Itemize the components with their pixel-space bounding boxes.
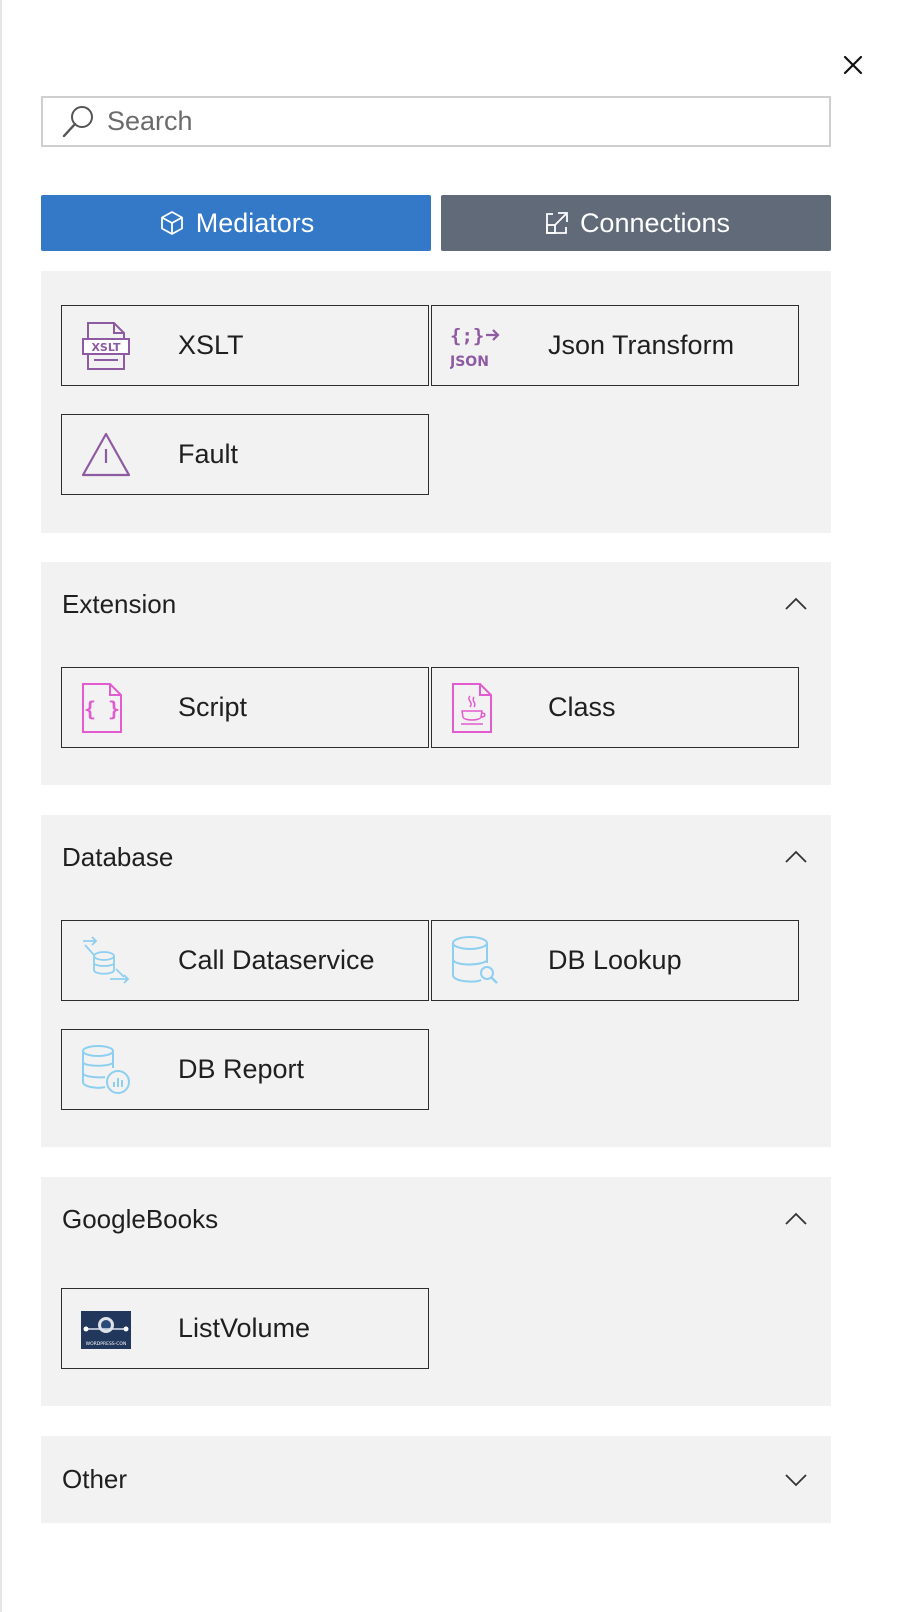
wordpress-connector-icon: WORDPRESS-CON xyxy=(81,1311,131,1349)
palette-card-label: Class xyxy=(548,692,616,722)
call-dataservice-icon xyxy=(83,936,130,984)
warning-triangle-icon xyxy=(81,432,131,477)
palette-tabs: Mediators Connections xyxy=(41,195,831,251)
close-icon xyxy=(843,55,863,75)
cube-icon xyxy=(160,211,183,235)
section-title: Other xyxy=(62,1463,128,1494)
palette-card-label: DB Report xyxy=(178,1054,305,1084)
palette-card-script[interactable]: { } Script xyxy=(61,667,429,748)
section-other: Other xyxy=(41,1436,831,1523)
search-input[interactable] xyxy=(107,106,787,137)
svg-text:XSLT: XSLT xyxy=(91,341,121,354)
tab-mediators-label: Mediators xyxy=(195,207,315,238)
svg-text:{;}: {;} xyxy=(450,325,484,347)
xslt-file-icon: XSLT xyxy=(82,322,130,370)
panel-left-border xyxy=(0,0,2,1612)
palette-card-label: ListVolume xyxy=(178,1313,311,1343)
section-title: Database xyxy=(62,841,174,872)
chevron-up-icon[interactable] xyxy=(781,1204,811,1234)
section-header[interactable]: GoogleBooks xyxy=(62,1199,811,1239)
db-lookup-icon xyxy=(452,936,498,984)
section-title: Extension xyxy=(62,588,177,619)
section-header[interactable]: Extension xyxy=(62,584,811,624)
svg-text:JSON: JSON xyxy=(450,354,489,370)
palette-card-label: XSLT xyxy=(178,330,244,360)
section-title: GoogleBooks xyxy=(62,1203,219,1234)
search-icon xyxy=(62,105,93,137)
palette-card-xslt[interactable]: XSLT XSLT xyxy=(61,305,429,386)
palette-card-json-transform[interactable]: {;} JSON Json Transform xyxy=(431,305,799,386)
palette-card-call-dataservice[interactable]: Call Dataservice xyxy=(61,920,429,1001)
palette-card-label: Json Transform xyxy=(548,330,735,360)
chevron-up-icon[interactable] xyxy=(781,842,811,872)
close-button[interactable] xyxy=(838,50,868,80)
palette-card-fault[interactable]: Fault xyxy=(61,414,429,495)
chevron-down-icon[interactable] xyxy=(781,1464,811,1494)
db-report-icon xyxy=(82,1045,130,1094)
tab-connections-label: Connections xyxy=(579,207,731,238)
palette-card-class[interactable]: Class xyxy=(431,667,799,748)
section-header[interactable]: Database xyxy=(62,837,811,877)
palette-card-label: Fault xyxy=(178,439,239,469)
svg-text:WORDPRESS-CON: WORDPRESS-CON xyxy=(86,1341,127,1347)
svg-text:{ }: { } xyxy=(84,697,120,721)
section-googlebooks: GoogleBooks WORDPRESS-CON ListVolume xyxy=(41,1177,831,1406)
tab-mediators[interactable]: Mediators xyxy=(41,195,431,251)
java-file-icon xyxy=(452,683,492,733)
mediator-list[interactable]: XSLT XSLT {;} JSON Json Transform Fault … xyxy=(41,271,831,1612)
tab-connections[interactable]: Connections xyxy=(441,195,831,251)
external-link-icon xyxy=(546,212,568,234)
palette-card-listvolume[interactable]: WORDPRESS-CON ListVolume xyxy=(61,1288,429,1369)
section-header[interactable]: Other xyxy=(62,1459,811,1499)
section-extension: Extension { } Script Class xyxy=(41,562,831,785)
script-file-icon: { } xyxy=(82,683,122,733)
transformation-panel: XSLT XSLT {;} JSON Json Transform Fault xyxy=(41,271,831,533)
section-database: Database Call Dataservice DB Lookup DB R… xyxy=(41,815,831,1147)
chevron-up-icon[interactable] xyxy=(781,589,811,619)
palette-card-label: Script xyxy=(178,692,248,722)
palette-card-label: DB Lookup xyxy=(548,945,682,975)
palette-card-db-report[interactable]: DB Report xyxy=(61,1029,429,1110)
json-transform-icon: {;} JSON xyxy=(450,325,500,370)
search-box[interactable] xyxy=(41,96,831,147)
palette-card-label: Call Dataservice xyxy=(178,945,375,975)
palette-card-db-lookup[interactable]: DB Lookup xyxy=(431,920,799,1001)
